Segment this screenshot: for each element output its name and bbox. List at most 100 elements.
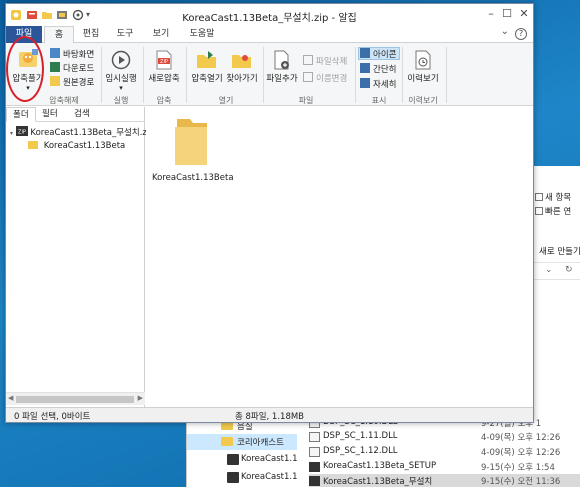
tab-file[interactable]: 파일 <box>6 26 42 43</box>
maximize-button[interactable]: ☐ <box>500 7 514 21</box>
add-file-button[interactable]: 파일추가 <box>264 50 300 84</box>
tab-home[interactable]: 홈 <box>44 26 74 44</box>
tab-filter[interactable]: 필터 <box>36 107 64 122</box>
zip-icon <box>227 472 239 483</box>
bg-new-item-label: 새 항목 <box>545 193 572 203</box>
find-location-button[interactable]: 찾아가기 <box>224 50 260 84</box>
tree-node-archive[interactable]: ▾ ZIP KoreaCast1.13Beta_무설치.zi <box>10 126 149 139</box>
ribbon-separator <box>101 47 102 103</box>
tab-edit[interactable]: 편집 <box>76 26 106 43</box>
tab-search[interactable]: 검색 <box>68 107 96 122</box>
open-archive-button[interactable]: 압축열기 <box>189 50 225 84</box>
folder-icon <box>175 119 207 165</box>
file-list-area: KoreaCast1.13Beta <box>146 107 533 407</box>
extract-source-path-button[interactable]: 원본경로 <box>50 76 94 89</box>
view-icons-label: 아이콘 <box>373 50 397 60</box>
delete-file-button[interactable]: 파일삭제 <box>303 55 347 68</box>
history-label: 이력보기 <box>407 74 439 84</box>
folder-icon <box>28 141 38 149</box>
view-details-label: 자세히 <box>373 80 397 90</box>
close-button[interactable]: ✕ <box>517 7 531 21</box>
view-list-label: 간단히 <box>373 65 397 75</box>
group-label-history: 이력보기 <box>408 96 438 105</box>
folder-item[interactable]: KoreaCast1.13Beta <box>152 113 234 183</box>
zip-icon <box>227 454 239 465</box>
ribbon-tab-bar: 파일 홈 편집 도구 보기 도움말 ⌄ ? <box>6 26 533 44</box>
trash-icon <box>303 55 313 65</box>
chevron-down-icon[interactable]: ⌄ <box>545 265 553 275</box>
status-bar: 0 파일 선택, 0바이트 총 8파일, 1.18MB <box>6 407 533 422</box>
extract-desktop-button[interactable]: 바탕화면 <box>50 48 94 61</box>
view-details-button[interactable]: 자세히 <box>360 78 396 91</box>
zip-icon: ZIP <box>15 126 28 136</box>
bg-file-row[interactable]: KoreaCast1.13Beta_SETUP 9-15(수) 오후 1:54 <box>309 460 580 474</box>
bg-file-date: 4-09(목) 오후 12:26 <box>481 433 561 443</box>
svg-text:ZIP: ZIP <box>160 59 168 65</box>
dll-file-icon <box>309 447 320 457</box>
scroll-right-icon[interactable]: ▶ <box>138 394 143 402</box>
view-icons-button[interactable]: 아이콘 <box>358 47 401 60</box>
refresh-icon[interactable]: ↻ <box>565 265 573 275</box>
left-panel: 폴더 필터 검색 ▾ ZIP KoreaCast1.13Beta_무설치.zi … <box>6 107 149 407</box>
group-label-view: 표시 <box>371 96 387 105</box>
left-panel-tabs: 폴더 필터 검색 <box>6 107 145 122</box>
ribbon: 압축풀기 ▾ 바탕화면 다운로드 원본경로 압축해제 임시실행 ▾ 실행 ZIP… <box>6 43 533 106</box>
temp-run-label: 임시실행 <box>105 74 137 84</box>
help-icon[interactable]: ? <box>515 28 527 40</box>
play-icon <box>111 50 131 70</box>
open-folder-icon <box>197 51 216 68</box>
bg-quick-access[interactable]: 빠른 연 <box>535 205 580 219</box>
tab-folders[interactable]: 폴더 <box>6 107 36 122</box>
new-archive-button[interactable]: ZIP 새로압축 <box>146 50 182 84</box>
extract-source-path-label: 원본경로 <box>63 78 95 88</box>
svg-text:ZIP: ZIP <box>18 130 26 136</box>
extract-archive-icon <box>19 49 38 67</box>
folder-item-label: KoreaCast1.13Beta <box>152 173 234 183</box>
bg-file-row[interactable]: DSP_SC_1.12.DLL 4-09(목) 오후 12:26 <box>309 445 580 459</box>
options-icon[interactable]: ⌄ <box>501 26 509 37</box>
locate-folder-icon <box>232 55 251 68</box>
scroll-left-icon[interactable]: ◀ <box>8 394 13 402</box>
tree-node-label: KoreaCast1.13Beta <box>43 141 126 151</box>
folder-icon <box>50 76 60 86</box>
rename-label: 이름변경 <box>316 74 348 84</box>
bg-file-date: 9-15(수) 오전 11:36 <box>481 477 561 487</box>
dll-file-icon <box>309 432 320 442</box>
ribbon-separator <box>446 47 447 103</box>
zip-file-icon: ZIP <box>156 50 172 70</box>
scrollbar-thumb[interactable] <box>16 396 134 403</box>
minimize-button[interactable]: – <box>484 7 498 21</box>
rename-button[interactable]: 이름변경 <box>303 72 347 85</box>
bg-nav-label: KoreaCast1.1 <box>241 472 298 482</box>
group-label-run: 실행 <box>113 96 129 105</box>
tab-tools[interactable]: 도구 <box>110 26 140 43</box>
tab-help[interactable]: 도움말 <box>184 26 220 43</box>
delete-file-label: 파일삭제 <box>316 57 348 67</box>
extract-downloads-button[interactable]: 다운로드 <box>50 62 94 75</box>
ribbon-separator <box>402 47 403 103</box>
bg-file-name: DSP_SC_1.11.DLL <box>323 431 398 441</box>
history-button[interactable]: 이력보기 <box>404 50 442 84</box>
tree-node-folder[interactable]: KoreaCast1.13Beta <box>28 140 125 153</box>
group-label-file: 파일 <box>298 96 314 105</box>
history-icon <box>415 50 431 70</box>
bg-nav-item[interactable]: KoreaCast1.1 <box>187 452 298 468</box>
group-label-open: 열기 <box>218 96 234 105</box>
chevron-down-icon: ▾ <box>119 84 123 92</box>
bg-nav-item[interactable]: KoreaCast1.1 <box>187 470 298 486</box>
bg-file-row[interactable]: DSP_SC_1.11.DLL 4-09(목) 오후 12:26 <box>309 430 580 444</box>
tab-view[interactable]: 보기 <box>146 26 176 43</box>
download-icon <box>50 62 60 72</box>
temp-run-button[interactable]: 임시실행 ▾ <box>104 50 138 92</box>
extract-button[interactable]: 압축풀기 ▾ <box>11 48 45 92</box>
list-icon <box>360 63 370 73</box>
bg-nav-item-selected[interactable]: 코리아캐스트 <box>187 434 297 450</box>
open-archive-label: 압축열기 <box>191 74 223 84</box>
zip-icon <box>309 476 320 486</box>
bg-file-row-selected[interactable]: KoreaCast1.13Beta_무설치 9-15(수) 오전 11:36 <box>309 474 580 487</box>
left-panel-scrollbar[interactable]: ◀ ▶ <box>6 392 145 405</box>
bg-file-name: KoreaCast1.13Beta_SETUP <box>323 461 437 471</box>
title-bar: ▾ KoreaCast1.13Beta_무설치.zip - 알집 – ☐ ✕ <box>6 4 533 26</box>
bg-new-item[interactable]: 새 항목 <box>535 191 580 205</box>
view-list-button[interactable]: 간단히 <box>360 63 396 76</box>
